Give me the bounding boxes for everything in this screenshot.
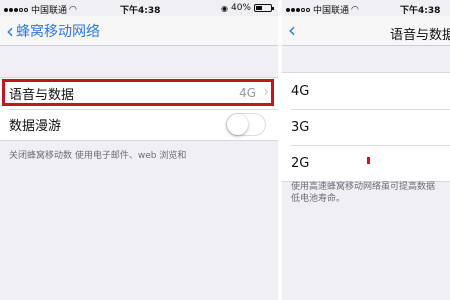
carrier-group: 中国联通 ◠ bbox=[286, 3, 359, 16]
right-screen: 中国联通 ◠ 下午4:38 ‹ 语音与数据 4G 3G 2G 使用高速蜂窝移动网… bbox=[282, 0, 450, 300]
wifi-icon: ◠ bbox=[69, 4, 77, 15]
status-time: 下午4:38 bbox=[400, 6, 441, 16]
carrier-label: 中国联通 bbox=[313, 6, 350, 16]
signal-dots-icon bbox=[286, 7, 310, 12]
status-right: ◉ 40% bbox=[221, 3, 274, 13]
status-bar: 中国联通 ◠ 下午4:38 bbox=[282, 0, 450, 16]
data-roaming-toggle[interactable] bbox=[226, 113, 266, 136]
footnote-left: 关闭蜂窝移动数 使用电子邮件、web 浏览和 bbox=[9, 151, 187, 161]
lock-icon: ◉ bbox=[221, 3, 228, 13]
carrier-label: 中国联通 bbox=[31, 6, 68, 16]
carrier-group: 中国联通 ◠ bbox=[4, 3, 77, 16]
left-screen: 中国联通 ◠ 下午4:38 ◉ 40% ‹ 蜂窝移动网络 语音与数据 4G › … bbox=[0, 0, 278, 300]
row-data-roaming: 数据漫游 bbox=[0, 109, 278, 140]
back-button[interactable]: ‹ 蜂窝移动网络 bbox=[6, 21, 100, 41]
row-label: 数据漫游 bbox=[9, 119, 62, 134]
chevron-left-icon: ‹ bbox=[6, 19, 14, 43]
navigation-bar: ‹ 语音与数据 bbox=[282, 16, 450, 46]
status-time: 下午4:38 bbox=[120, 6, 161, 16]
option-label: 2G bbox=[291, 155, 310, 171]
navigation-bar: ‹ 蜂窝移动网络 bbox=[0, 16, 278, 46]
status-bar: 中国联通 ◠ 下午4:38 ◉ 40% bbox=[0, 0, 278, 16]
wifi-icon: ◠ bbox=[351, 4, 359, 15]
option-4g[interactable]: 4G bbox=[282, 73, 450, 109]
option-3g[interactable]: 3G bbox=[282, 109, 450, 145]
battery-percent: 40% bbox=[230, 3, 251, 13]
signal-dots-icon bbox=[4, 7, 28, 12]
option-label: 3G bbox=[291, 119, 310, 135]
chevron-left-icon: ‹ bbox=[288, 18, 296, 42]
back-button[interactable]: ‹ bbox=[288, 18, 298, 42]
page-title: 语音与数据 bbox=[390, 28, 450, 43]
battery-icon bbox=[254, 4, 274, 12]
toggle-knob bbox=[227, 114, 248, 135]
network-options-group: 4G 3G 2G bbox=[282, 72, 450, 182]
option-2g[interactable]: 2G bbox=[282, 145, 450, 181]
highlight-box bbox=[2, 79, 274, 106]
red-cursor-mark bbox=[367, 157, 370, 164]
back-label: 蜂窝移动网络 bbox=[16, 24, 100, 40]
footnote-right: 使用高速蜂窝移动网络虽可提高数据 低电池寿命。 bbox=[291, 182, 436, 204]
option-label: 4G bbox=[291, 83, 310, 99]
